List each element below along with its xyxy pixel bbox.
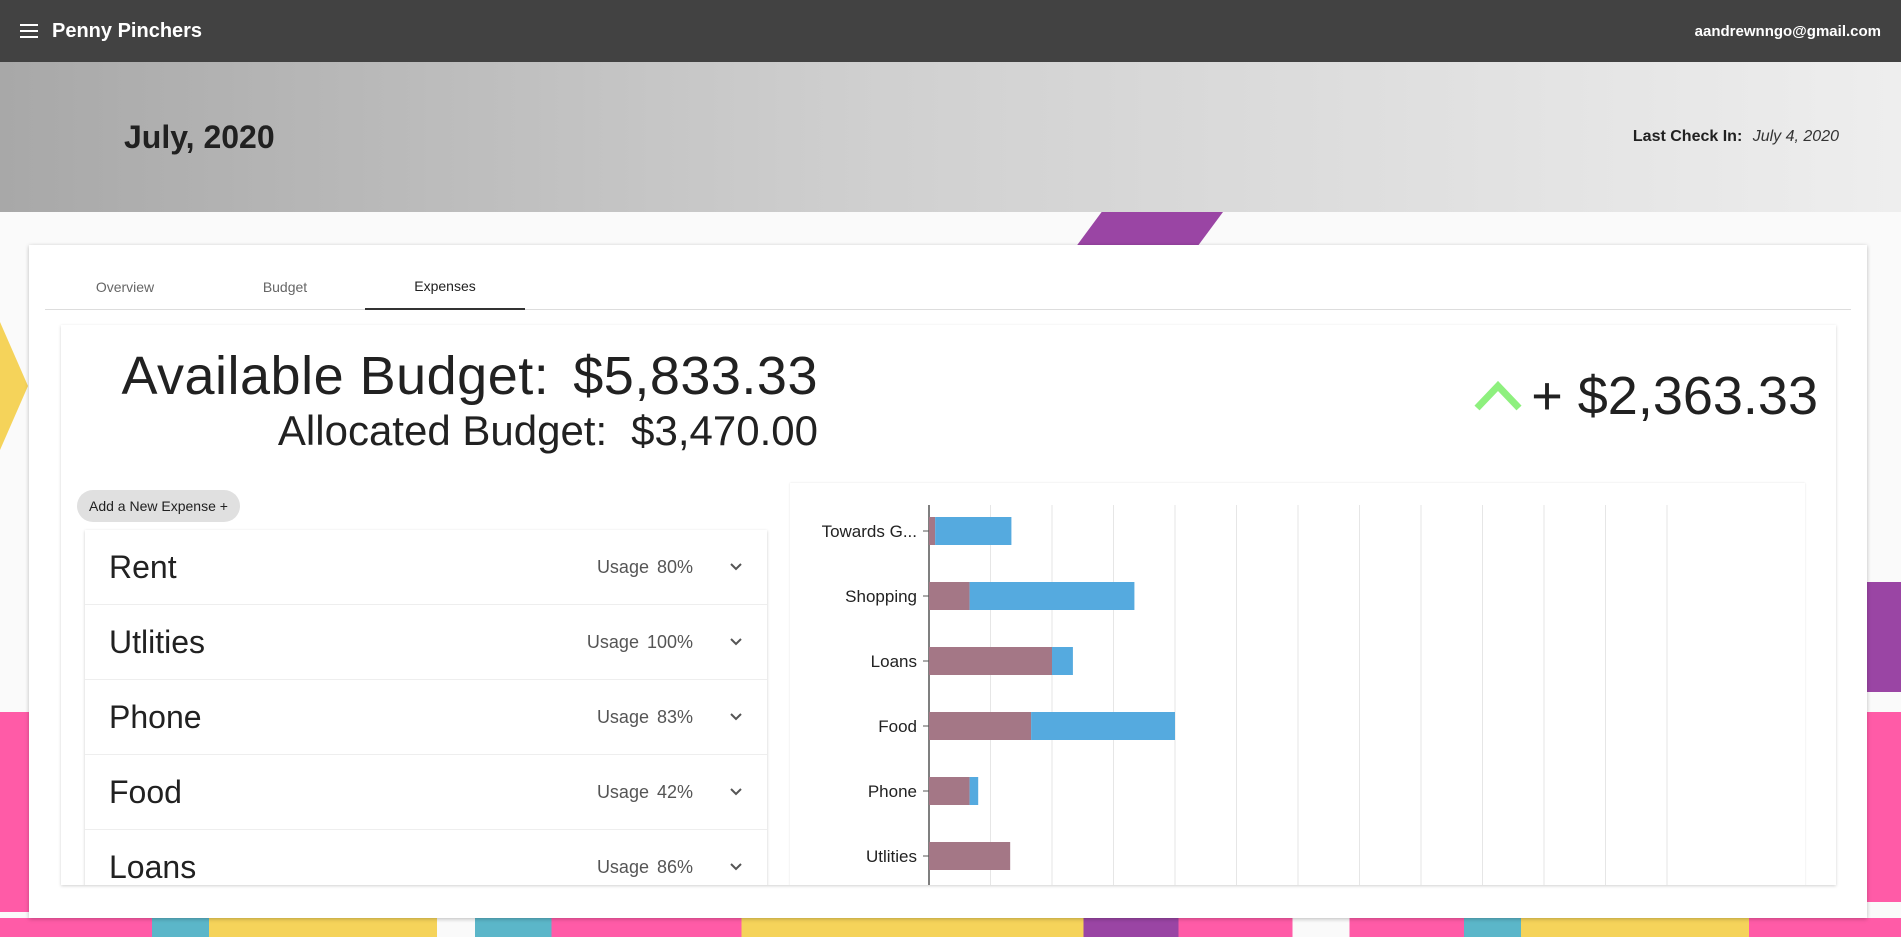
available-budget-value: $5,833.33 bbox=[573, 346, 818, 406]
y-tick-label: Food bbox=[878, 717, 917, 736]
chevron-down-icon[interactable] bbox=[729, 637, 743, 647]
allocated-budget-label: Allocated Budget: bbox=[277, 407, 608, 454]
bar-food-series-0 bbox=[929, 712, 1032, 740]
expense-name: Loans bbox=[109, 848, 197, 885]
expense-list: Rent Usage 80% Utlities Usage 100% Phone U… bbox=[85, 530, 767, 885]
bar-towardsg-series-0 bbox=[929, 517, 936, 545]
expense-usage: Usage 42% bbox=[596, 781, 693, 802]
app-bar: Penny Pinchers aandrewnngo@gmail.com bbox=[0, 0, 1901, 62]
expense-row-phone[interactable]: Phone Usage 83% bbox=[85, 680, 767, 755]
chevron-down-icon[interactable] bbox=[729, 712, 743, 722]
expense-bar-chart: Towards G... Shopping Loans Food Phone Utliti… bbox=[822, 505, 1668, 885]
tab-bar: Overview Budget Expenses bbox=[45, 245, 1851, 310]
expense-name: Rent bbox=[109, 548, 177, 585]
y-tick-label: Loans bbox=[871, 652, 917, 671]
decor-yellow-left bbox=[0, 322, 28, 450]
expense-usage: Usage 86% bbox=[596, 856, 693, 877]
decor-bottom-strip bbox=[0, 918, 1901, 937]
available-budget: Available Budget: $5,833.33 bbox=[121, 345, 818, 407]
chevron-down-icon[interactable] bbox=[729, 562, 743, 572]
bar-loans-series-1 bbox=[1052, 647, 1073, 675]
y-tick-label: Utlities bbox=[866, 847, 917, 866]
bar-shopping-series-0 bbox=[929, 582, 970, 610]
decor-purple-stripe-top bbox=[1075, 212, 1223, 248]
y-tick-label: Phone bbox=[868, 782, 917, 801]
expenses-panel: Available Budget: $5,833.33 Allocated Bud… bbox=[61, 325, 1836, 885]
expense-row-rent[interactable]: Rent Usage 80% bbox=[85, 530, 767, 605]
budget-difference-value: + $2,363.33 bbox=[1531, 366, 1818, 426]
bar-shopping-series-1 bbox=[969, 582, 1135, 610]
expense-usage: Usage 80% bbox=[596, 556, 693, 577]
allocated-budget: Allocated Budget: $3,470.00 bbox=[278, 407, 818, 455]
y-tick-label: Towards G... bbox=[822, 522, 917, 541]
bar-food-series-1 bbox=[1031, 712, 1175, 740]
month-title: July, 2020 bbox=[124, 119, 275, 155]
decor-purple-right bbox=[1867, 582, 1901, 692]
available-budget-label: Available Budget: bbox=[121, 346, 550, 406]
expense-chart: Towards G... Shopping Loans Food Phone Utliti… bbox=[790, 483, 1805, 885]
expense-usage: Usage 100% bbox=[586, 631, 693, 652]
allocated-budget-value: $3,470.00 bbox=[631, 407, 818, 454]
last-check-in-date: July 4, 2020 bbox=[1752, 128, 1839, 145]
last-check-in: Last Check In: July 4, 2020 bbox=[1633, 128, 1839, 146]
bar-loans-series-0 bbox=[929, 647, 1052, 675]
y-tick-label: Shopping bbox=[845, 587, 917, 606]
last-check-in-label: Last Check In: bbox=[1632, 128, 1743, 145]
bar-phone-series-1 bbox=[969, 777, 979, 805]
expense-row-utilities[interactable]: Utlities Usage 100% bbox=[85, 605, 767, 680]
tab-budget[interactable]: Budget bbox=[205, 245, 365, 310]
chevron-up-icon bbox=[1474, 380, 1522, 411]
decor-pink-left bbox=[0, 712, 30, 912]
month-banner: July, 2020 Last Check In: July 4, 2020 bbox=[0, 62, 1901, 212]
tab-expenses[interactable]: Expenses bbox=[365, 245, 525, 310]
expense-name: Utlities bbox=[109, 623, 206, 660]
expense-row-food[interactable]: Food Usage 42% bbox=[85, 755, 767, 830]
budget-difference: + $2,363.33 bbox=[1473, 365, 1818, 427]
expense-row-loans[interactable]: Loans Usage 86% bbox=[85, 830, 767, 885]
app-title[interactable]: Penny Pinchers bbox=[52, 20, 202, 43]
user-email[interactable]: aandrewnngo@gmail.com bbox=[1695, 23, 1881, 40]
expense-name: Phone bbox=[109, 698, 202, 735]
bar-towardsg-series-1 bbox=[935, 517, 1012, 545]
add-expense-button[interactable]: Add a New Expense + bbox=[77, 490, 240, 522]
chevron-down-icon[interactable] bbox=[729, 787, 743, 797]
tab-overview[interactable]: Overview bbox=[45, 245, 205, 310]
bar-phone-series-0 bbox=[929, 777, 970, 805]
decor-pink-right bbox=[1867, 712, 1901, 902]
expense-name: Food bbox=[109, 773, 182, 810]
chevron-down-icon[interactable] bbox=[729, 862, 743, 872]
menu-icon[interactable] bbox=[20, 20, 42, 42]
bar-utlities-series-0 bbox=[929, 842, 1011, 870]
expense-usage: Usage 83% bbox=[596, 706, 693, 727]
main-card: Overview Budget Expenses Available Budge… bbox=[29, 245, 1867, 918]
